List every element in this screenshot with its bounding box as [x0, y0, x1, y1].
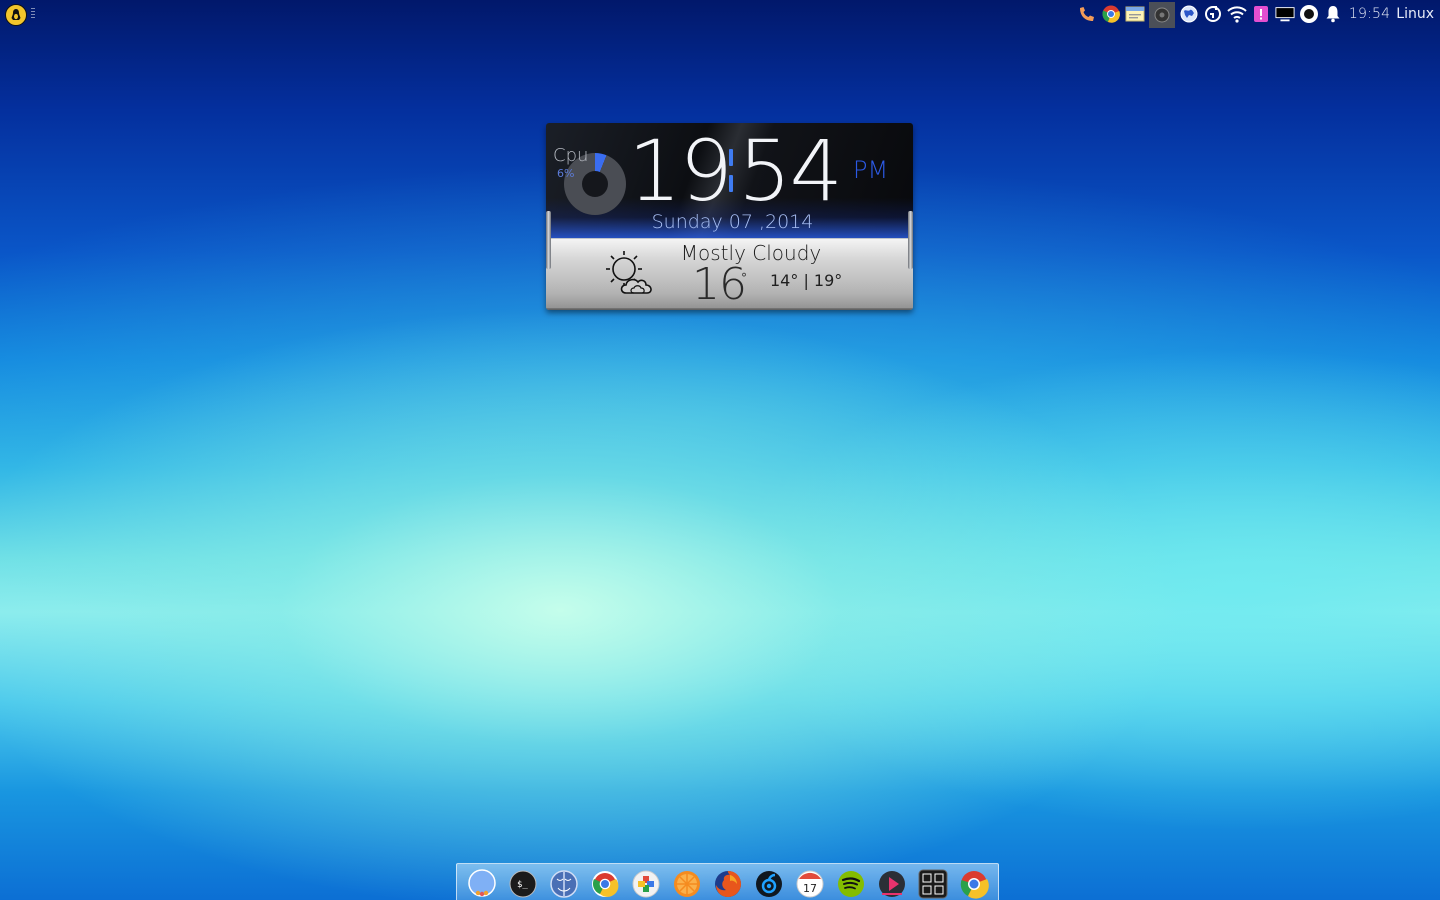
- linux-penguin-icon[interactable]: [5, 4, 27, 26]
- dock: $_ 17: [456, 863, 999, 900]
- calendar-icon[interactable]: 17: [795, 869, 825, 899]
- plus-app-icon[interactable]: [631, 869, 661, 899]
- weather-range: 14° | 19°: [770, 271, 843, 290]
- cpu-label: Cpu: [553, 145, 589, 166]
- app-grid-icon[interactable]: [918, 869, 948, 899]
- widget-right-handle[interactable]: [908, 211, 913, 269]
- clock-separator: [729, 149, 734, 195]
- chrome-icon[interactable]: [1101, 4, 1121, 24]
- weather-panel: Mostly Cloudy 16 ° 14° | 19°: [546, 238, 913, 310]
- record-icon[interactable]: [1299, 4, 1319, 24]
- orange-slice-icon[interactable]: [672, 869, 702, 899]
- finder-bubble-icon[interactable]: [467, 869, 497, 899]
- terminal-icon[interactable]: $_: [508, 869, 538, 899]
- cpu-value: 6%: [557, 167, 575, 180]
- disc-icon[interactable]: [1148, 2, 1175, 28]
- phone-icon[interactable]: [1077, 4, 1097, 24]
- system-tray: 19:54 Linux: [1077, 2, 1436, 28]
- clock-hours: 19: [628, 123, 733, 220]
- calendar-day: 17: [803, 882, 817, 895]
- weather-condition: Mostly Cloudy: [680, 241, 822, 265]
- wifi-icon[interactable]: [1227, 4, 1247, 24]
- steam-icon[interactable]: [754, 869, 784, 899]
- spotify-icon[interactable]: [836, 869, 866, 899]
- clock-ampm: PM: [853, 156, 889, 184]
- chrome-icon[interactable]: [590, 869, 620, 899]
- clock-minutes: 54: [738, 123, 843, 220]
- svg-text:$_: $_: [517, 880, 528, 890]
- weather-temperature: 16: [692, 259, 747, 310]
- bell-icon[interactable]: [1323, 4, 1343, 24]
- notes-icon[interactable]: [1125, 4, 1145, 24]
- clock-date: Sunday 07 ,2014: [651, 211, 814, 233]
- sync-icon[interactable]: [1203, 4, 1223, 24]
- alert-icon[interactable]: [1251, 4, 1271, 24]
- top-panel: 19:54 Linux: [0, 0, 1440, 28]
- widget-left-handle[interactable]: [546, 211, 551, 269]
- chrome-browser-icon[interactable]: [959, 869, 989, 899]
- clock-weather-widget[interactable]: Cpu 6% 19 54 PM Sunday 07 ,2014 Mostly C…: [546, 123, 913, 310]
- firefox-icon[interactable]: [713, 869, 743, 899]
- clock-panel: Cpu 6% 19 54 PM Sunday 07 ,2014: [546, 123, 913, 238]
- user-menu[interactable]: Linux: [1396, 6, 1434, 22]
- file-manager-icon[interactable]: [549, 869, 579, 899]
- weather-degree-symbol: °: [741, 271, 747, 285]
- panel-handle-icon[interactable]: [31, 8, 35, 18]
- panel-clock[interactable]: 19:54: [1349, 6, 1390, 22]
- desktop: 19:54 Linux Cpu 6% 19 54 PM Sunday 07 ,2…: [0, 0, 1440, 900]
- display-icon[interactable]: [1275, 4, 1295, 24]
- media-player-icon[interactable]: [877, 869, 907, 899]
- globe-icon[interactable]: [1179, 4, 1199, 24]
